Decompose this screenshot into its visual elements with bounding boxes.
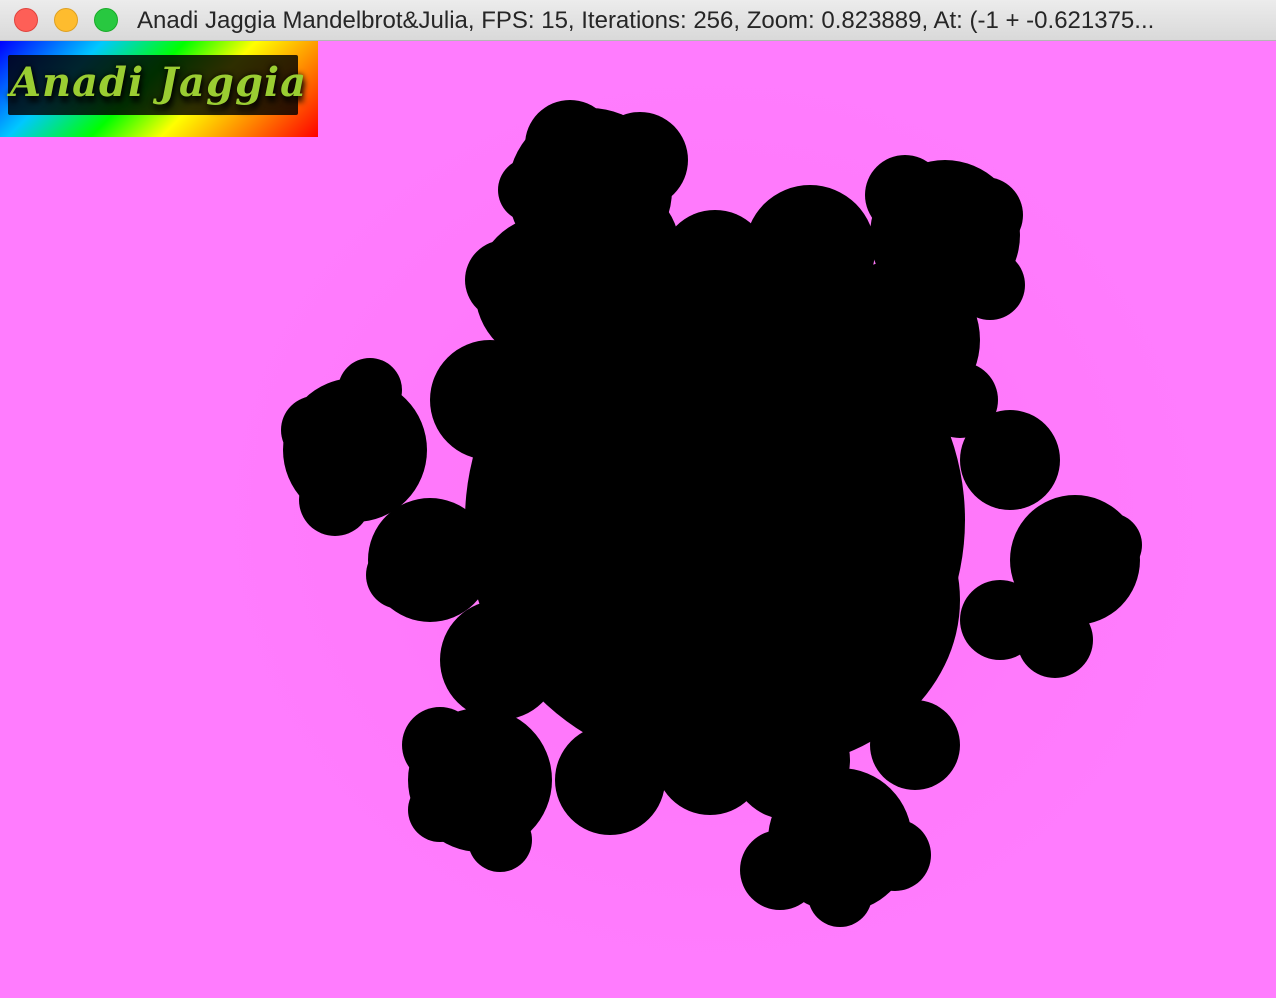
author-logo: Anadi Jaggia	[0, 41, 318, 137]
minimize-button[interactable]	[54, 8, 78, 32]
zoom-button[interactable]	[94, 8, 118, 32]
title-bar[interactable]: Anadi Jaggia Mandelbrot&Julia, FPS: 15, …	[0, 0, 1276, 41]
julia-set-render	[281, 100, 1142, 927]
app-window: Anadi Jaggia Mandelbrot&Julia, FPS: 15, …	[0, 0, 1276, 998]
logo-text: Anadi Jaggia	[10, 59, 308, 106]
close-button[interactable]	[14, 8, 38, 32]
window-title: Anadi Jaggia Mandelbrot&Julia, FPS: 15, …	[137, 7, 1155, 34]
fractal-canvas[interactable]: Anadi Jaggia	[0, 41, 1276, 998]
